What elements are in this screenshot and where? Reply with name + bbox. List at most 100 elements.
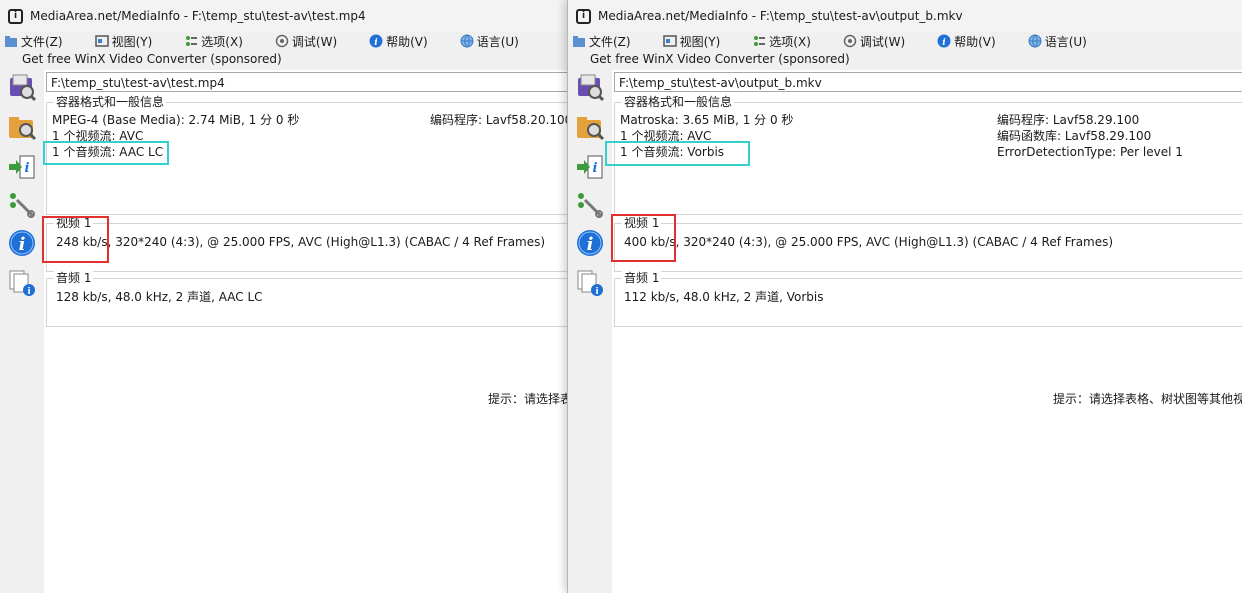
preferences-icon [10, 193, 35, 218]
audio-stream-group: 音频 1 128 kb/s, 48.0 kHz, 2 声道, AAC LC [46, 271, 568, 327]
audio-codec-highlight-right [605, 141, 750, 166]
menu-language[interactable]: 语言(U) [460, 33, 519, 50]
info-icon: i [577, 230, 603, 256]
mediainfo-window-left: i MediaArea.net/MediaInfo - F:\temp_stu\… [0, 0, 569, 593]
menu-help-label: 帮助(V) [954, 34, 996, 49]
open-file-button[interactable] [6, 72, 38, 102]
encoder-line: 编码程序: Lavf58.29.100 [997, 113, 1140, 127]
menu-help[interactable]: i 帮助(V) [937, 33, 996, 50]
options-icon [184, 34, 198, 48]
file-info-button[interactable]: i [574, 268, 606, 298]
video-bitrate-highlight-right [611, 214, 676, 262]
svg-text:i: i [593, 161, 598, 176]
open-file-icon [10, 74, 37, 102]
mediainfo-app-icon: i [8, 8, 23, 24]
open-file-icon [572, 34, 586, 48]
menu-view[interactable]: 视图(Y) [94, 33, 153, 50]
video-stream-detail: , 320*240 (4:3), @ 25.000 FPS, AVC (High… [675, 235, 1114, 249]
general-info-legend: 容器格式和一般信息 [54, 95, 167, 109]
encoder-line: 编码程序: Lavf58.20.100 [430, 113, 569, 127]
title-bar[interactable]: i MediaArea.net/MediaInfo - F:\temp_stu\… [568, 0, 1242, 32]
file-info-button[interactable]: i [6, 268, 38, 298]
menu-debug[interactable]: 调试(W) [843, 33, 905, 50]
title-bar[interactable]: i MediaArea.net/MediaInfo - F:\temp_stu\… [0, 0, 568, 32]
menu-options[interactable]: 选项(X) [184, 33, 243, 50]
help-icon: i [369, 34, 383, 48]
file-path-field[interactable]: F:\temp_stu\test-av\test.mp4 [46, 72, 568, 92]
mediainfo-app-icon: i [576, 8, 591, 24]
menu-bar: 文件(Z) 视图(Y) 选项(X) 调试(W) i 帮助(V) 语言(U) [568, 32, 1242, 50]
error-detection-line: ErrorDetectionType: Per level 1 [997, 145, 1183, 159]
video-stream-line: 248 kb/s, 320*240 (4:3), @ 25.000 FPS, A… [56, 235, 545, 249]
menu-file[interactable]: 文件(Z) [572, 33, 631, 50]
view-icon [94, 34, 109, 48]
menu-file-label: 文件(Z) [21, 34, 63, 49]
globe-icon [460, 34, 474, 48]
video-stream-detail: , 320*240 (4:3), @ 25.000 FPS, AVC (High… [107, 235, 546, 249]
sponsor-link[interactable]: Get free WinX Video Converter (sponsored… [0, 50, 568, 68]
general-info-legend: 容器格式和一般信息 [622, 95, 735, 109]
open-file-button[interactable] [574, 72, 606, 102]
menu-help[interactable]: i 帮助(V) [369, 33, 428, 50]
svg-text:i: i [27, 287, 30, 297]
hint-text: 提示：请选择表 [488, 392, 569, 406]
preferences-button[interactable] [574, 190, 606, 220]
menu-language[interactable]: 语言(U) [1028, 33, 1087, 50]
video-stream-group: 视频 1 248 kb/s, 320*240 (4:3), @ 25.000 F… [46, 216, 568, 272]
sponsor-link[interactable]: Get free WinX Video Converter (sponsored… [568, 50, 1242, 68]
open-folder-icon [577, 117, 605, 141]
audio-stream-group: 音频 1 112 kb/s, 48.0 kHz, 2 声道, Vorbis [614, 271, 1242, 327]
menu-view-label: 视图(Y) [679, 34, 721, 49]
video-bitrate-highlight-left [42, 216, 109, 263]
window-title: MediaArea.net/MediaInfo - F:\temp_stu\te… [598, 9, 963, 23]
preferences-button[interactable] [6, 190, 38, 220]
export-icon: i [9, 155, 35, 179]
export-button[interactable]: i [6, 152, 38, 182]
svg-text:i: i [25, 161, 30, 176]
open-file-icon [578, 74, 605, 102]
svg-text:i: i [587, 234, 594, 255]
menu-debug[interactable]: 调试(W) [275, 33, 337, 50]
window-title: MediaArea.net/MediaInfo - F:\temp_stu\te… [30, 9, 366, 23]
preferences-icon [578, 193, 603, 218]
debug-icon [275, 34, 289, 48]
debug-icon [843, 34, 857, 48]
video-stream-group: 视频 1 400 kb/s, 320*240 (4:3), @ 25.000 F… [614, 216, 1242, 272]
open-file-icon [4, 34, 18, 48]
menu-options[interactable]: 选项(X) [752, 33, 811, 50]
menu-debug-label: 调试(W) [859, 34, 906, 49]
audio-stream-legend: 音频 1 [54, 271, 94, 285]
menu-language-label: 语言(U) [476, 34, 519, 49]
about-button[interactable]: i [574, 228, 606, 258]
globe-icon [1028, 34, 1042, 48]
audio-codec-highlight-left [43, 141, 169, 165]
open-folder-button[interactable] [574, 112, 606, 142]
view-icon [662, 34, 677, 48]
audio-stream-legend: 音频 1 [622, 271, 662, 285]
documents-icon: i [577, 270, 603, 297]
file-path-field[interactable]: F:\temp_stu\test-av\output_b.mkv [614, 72, 1242, 92]
menu-file[interactable]: 文件(Z) [4, 33, 63, 50]
menu-view[interactable]: 视图(Y) [662, 33, 721, 50]
svg-text:i: i [942, 38, 946, 48]
mediainfo-window-right: i MediaArea.net/MediaInfo - F:\temp_stu\… [567, 0, 1242, 593]
svg-text:i: i [595, 287, 598, 297]
open-folder-button[interactable] [6, 112, 38, 142]
menu-bar: 文件(Z) 视图(Y) 选项(X) 调试(W) i 帮助(V) 语言(U) [0, 32, 568, 50]
menu-help-label: 帮助(V) [386, 34, 428, 49]
menu-options-label: 选项(X) [201, 34, 243, 49]
export-icon: i [577, 155, 603, 179]
menu-view-label: 视图(Y) [111, 34, 153, 49]
svg-text:i: i [374, 38, 378, 48]
menu-file-label: 文件(Z) [589, 34, 631, 49]
menu-options-label: 选项(X) [769, 34, 811, 49]
options-icon [752, 34, 766, 48]
about-button[interactable]: i [6, 228, 38, 258]
menu-language-label: 语言(U) [1044, 34, 1087, 49]
menu-debug-label: 调试(W) [291, 34, 338, 49]
hint-text: 提示：请选择表格、树状图等其他视 [1053, 392, 1242, 406]
video-stream-line: 400 kb/s, 320*240 (4:3), @ 25.000 FPS, A… [624, 235, 1113, 249]
encoder-library-line: 编码函数库: Lavf58.29.100 [997, 129, 1152, 143]
open-folder-icon [9, 117, 37, 141]
export-button[interactable]: i [574, 152, 606, 182]
